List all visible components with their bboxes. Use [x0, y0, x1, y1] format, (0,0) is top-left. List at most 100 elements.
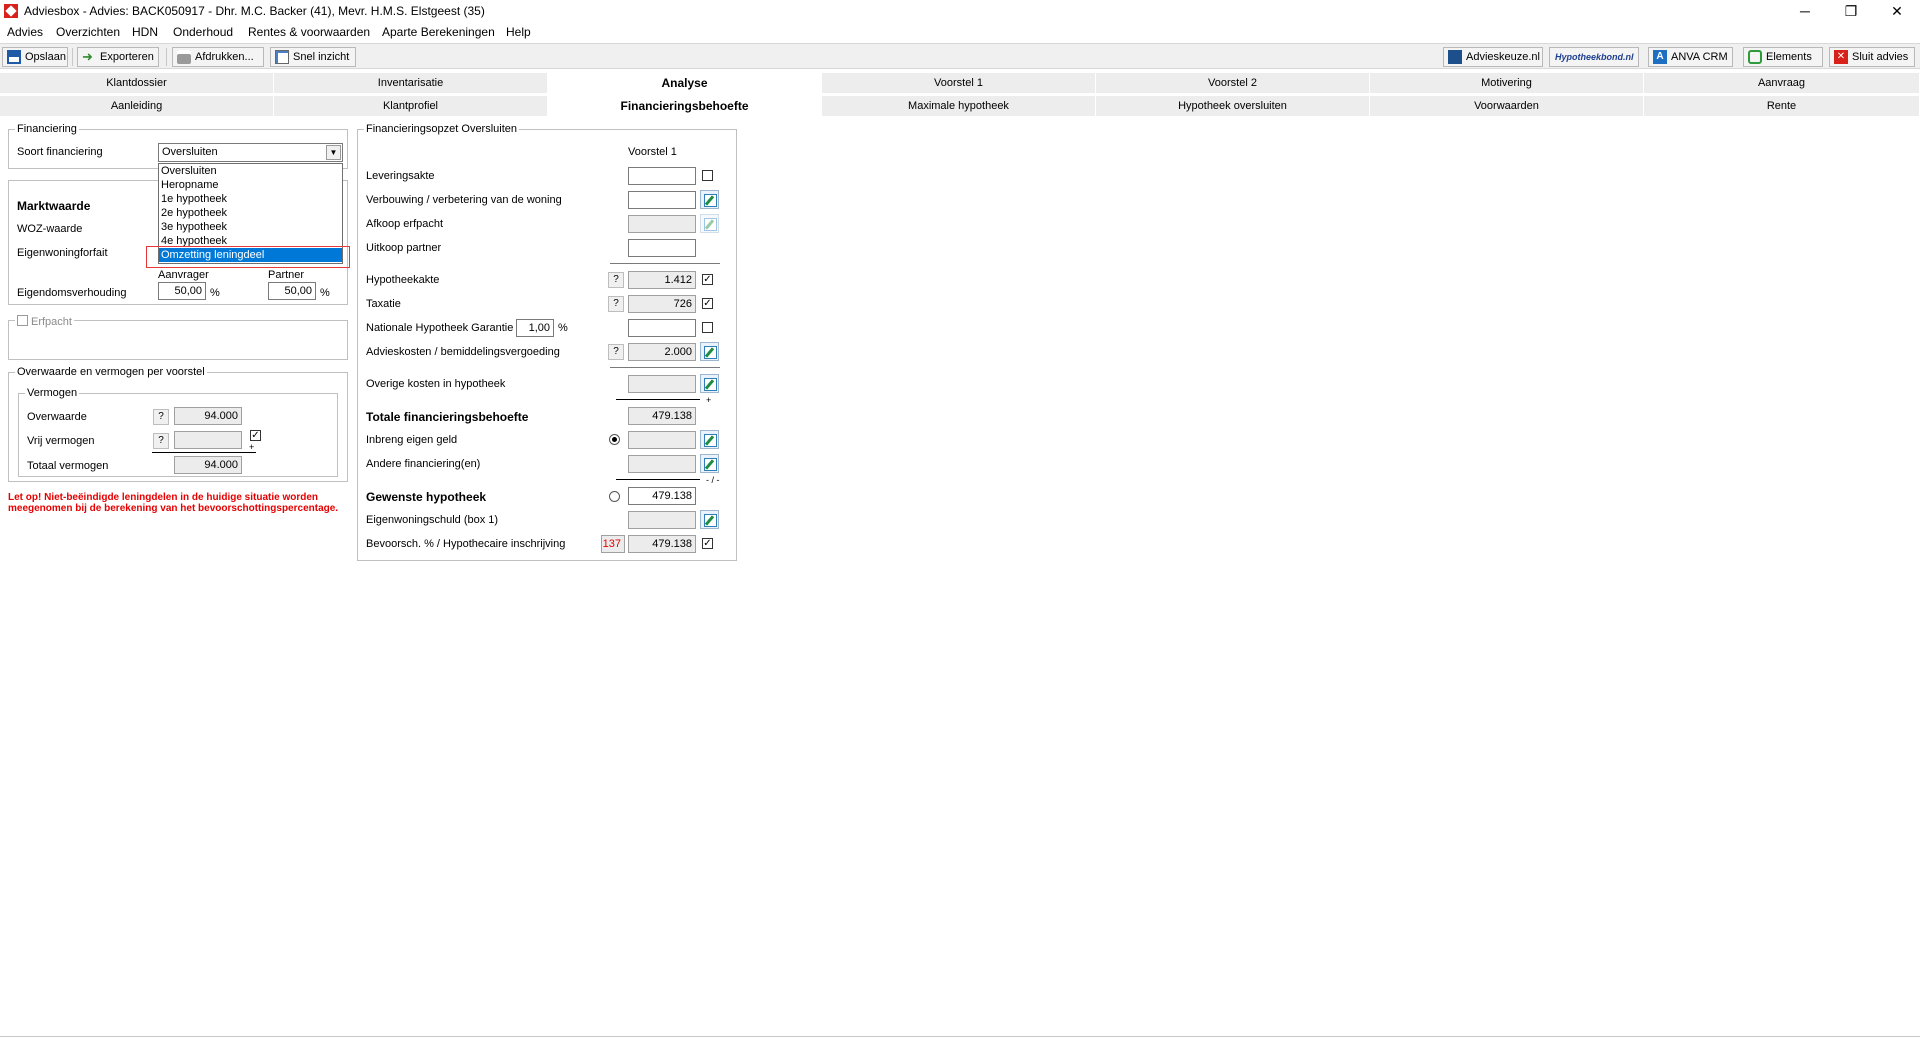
document-icon — [275, 50, 289, 64]
restore-button[interactable]: ❐ — [1828, 0, 1874, 22]
hypotheekakte-checkbox[interactable]: ✓ — [702, 274, 713, 285]
hypotheekbond-button[interactable]: Hypotheekbond.nl — [1549, 47, 1639, 67]
overwaarde-label: Overwaarde — [27, 411, 87, 423]
chevron-down-icon[interactable]: ▼ — [326, 145, 341, 160]
printer-icon — [177, 50, 191, 64]
close-advice-button[interactable]: ✕ Sluit advies — [1829, 47, 1915, 67]
financieringsopzet-group: Financieringsopzet Oversluiten Voorstel … — [357, 123, 737, 561]
leveringsakte-input[interactable] — [628, 167, 696, 185]
tab-voorwaarden[interactable]: Voorwaarden — [1370, 96, 1644, 116]
option-oversluiten[interactable]: Oversluiten — [159, 164, 342, 178]
uitkoop-partner-input[interactable] — [628, 239, 696, 257]
eigenwoningschuld-edit-icon[interactable] — [700, 510, 719, 529]
gewenste-hypotheek-radio[interactable] — [609, 491, 620, 502]
leveringsakte-checkbox[interactable] — [702, 170, 713, 181]
tab-aanleiding[interactable]: Aanleiding — [0, 96, 274, 116]
export-icon: ➜ — [82, 49, 93, 64]
inbreng-eigen-geld-label: Inbreng eigen geld — [366, 434, 458, 446]
tab-motivering[interactable]: Motivering — [1370, 73, 1644, 93]
partner-percentage-input[interactable]: 50,00 — [268, 282, 316, 300]
sum-line — [152, 452, 256, 453]
menu-bar: Advies Overzichten HDN Onderhoud Rentes … — [0, 22, 1920, 42]
vrij-vermogen-checkbox[interactable]: ✓ — [250, 430, 261, 441]
option-2e-hypotheek[interactable]: 2e hypotheek — [159, 206, 342, 220]
percent-sign: % — [320, 287, 330, 299]
overige-kosten-value — [628, 375, 696, 393]
menu-overzichten[interactable]: Overzichten — [56, 25, 120, 39]
elements-label: Elements — [1766, 51, 1812, 63]
advieskosten-help-button[interactable]: ? — [608, 344, 624, 360]
inbreng-eigen-geld-radio[interactable] — [609, 434, 620, 445]
menu-help[interactable]: Help — [506, 25, 531, 39]
overwaarde-group: Overwaarde en vermogen per voorstel Verm… — [8, 366, 348, 482]
advieskosten-edit-icon[interactable] — [700, 342, 719, 361]
window-bottom-border — [0, 1036, 1920, 1037]
tab-inventarisatie[interactable]: Inventarisatie — [274, 73, 548, 93]
nhg-checkbox[interactable] — [702, 322, 713, 333]
inbreng-eigen-geld-edit-icon[interactable] — [700, 430, 719, 449]
andere-financiering-edit-icon[interactable] — [700, 454, 719, 473]
option-3e-hypotheek[interactable]: 3e hypotheek — [159, 220, 342, 234]
tab-aanvraag[interactable]: Aanvraag — [1644, 73, 1920, 93]
main-tabs: Klantdossier Inventarisatie Analyse Voor… — [0, 73, 1920, 95]
overwaarde-help-button[interactable]: ? — [153, 409, 169, 425]
tab-klantprofiel[interactable]: Klantprofiel — [274, 96, 548, 116]
financieringsopzet-legend: Financieringsopzet Oversluiten — [364, 123, 520, 135]
erfpacht-checkbox[interactable] — [17, 315, 28, 326]
elements-icon — [1748, 50, 1762, 64]
vrij-vermogen-help-button[interactable]: ? — [153, 433, 169, 449]
hypotheekbond-label: Hypotheekbond.nl — [1555, 52, 1634, 62]
taxatie-checkbox[interactable]: ✓ — [702, 298, 713, 309]
verbouwing-input[interactable] — [628, 191, 696, 209]
advieskeuze-button[interactable]: Advieskeuze.nl — [1443, 47, 1543, 67]
app-logo-icon — [4, 4, 18, 18]
gewenste-hypotheek-input[interactable]: 479.138 — [628, 487, 696, 505]
soort-financiering-select[interactable]: Oversluiten ▼ — [158, 143, 343, 162]
tab-voorstel-1[interactable]: Voorstel 1 — [822, 73, 1096, 93]
menu-onderhoud[interactable]: Onderhoud — [173, 25, 233, 39]
nhg-percentage-input[interactable]: 1,00 — [516, 319, 554, 337]
tab-voorstel-2[interactable]: Voorstel 2 — [1096, 73, 1370, 93]
tab-maximale-hypotheek[interactable]: Maximale hypotheek — [822, 96, 1096, 116]
bevoorschotting-percentage: 137 — [601, 535, 625, 553]
advieskosten-label: Advieskosten / bemiddelingsvergoeding — [366, 346, 560, 358]
minimize-button[interactable]: ─ — [1782, 0, 1828, 22]
vrij-vermogen-value — [174, 431, 242, 449]
anva-crm-button[interactable]: A ANVA CRM — [1648, 47, 1733, 67]
menu-advies[interactable]: Advies — [7, 25, 43, 39]
soort-financiering-label: Soort financiering — [17, 146, 103, 158]
andere-financiering-value — [628, 455, 696, 473]
elements-button[interactable]: Elements — [1743, 47, 1823, 67]
overwaarde-value: 94.000 — [174, 407, 242, 425]
quick-view-button[interactable]: Snel inzicht — [270, 47, 356, 67]
save-button[interactable]: Opslaan — [2, 47, 68, 67]
tab-financieringsbehoefte[interactable]: Financieringsbehoefte — [548, 96, 822, 116]
option-1e-hypotheek[interactable]: 1e hypotheek — [159, 192, 342, 206]
soort-financiering-value: Oversluiten — [162, 146, 218, 158]
nhg-input[interactable] — [628, 319, 696, 337]
aanvrager-percentage-input[interactable]: 50,00 — [158, 282, 206, 300]
toolbar: Opslaan ➜ Exporteren Afdrukken... Snel i… — [0, 43, 1920, 69]
tab-rente[interactable]: Rente — [1644, 96, 1920, 116]
tab-analyse[interactable]: Analyse — [548, 73, 822, 93]
close-window-button[interactable]: ✕ — [1874, 0, 1920, 22]
verbouwing-edit-icon[interactable] — [700, 190, 719, 209]
tab-hypotheek-oversluiten[interactable]: Hypotheek oversluiten — [1096, 96, 1370, 116]
tab-klantdossier[interactable]: Klantdossier — [0, 73, 274, 93]
divider — [610, 367, 720, 368]
close-advice-label: Sluit advies — [1852, 51, 1909, 63]
menu-aparte-berekeningen[interactable]: Aparte Berekeningen — [382, 25, 495, 39]
option-heropname[interactable]: Heropname — [159, 178, 342, 192]
eigenwoningschuld-value — [628, 511, 696, 529]
taxatie-help-button[interactable]: ? — [608, 296, 624, 312]
hypothecaire-inschrijving-checkbox[interactable]: ✓ — [702, 538, 713, 549]
export-button[interactable]: ➜ Exporteren — [77, 47, 159, 67]
overige-kosten-edit-icon[interactable] — [700, 374, 719, 393]
menu-rentes-voorwaarden[interactable]: Rentes & voorwaarden — [248, 25, 370, 39]
menu-hdn[interactable]: HDN — [132, 25, 158, 39]
hypotheekakte-help-button[interactable]: ? — [608, 272, 624, 288]
andere-financiering-label: Andere financiering(en) — [366, 458, 481, 470]
toolbar-separator — [72, 48, 73, 66]
print-button[interactable]: Afdrukken... — [172, 47, 264, 67]
warning-line-2: meegenomen bij de berekening van het bev… — [8, 503, 339, 514]
